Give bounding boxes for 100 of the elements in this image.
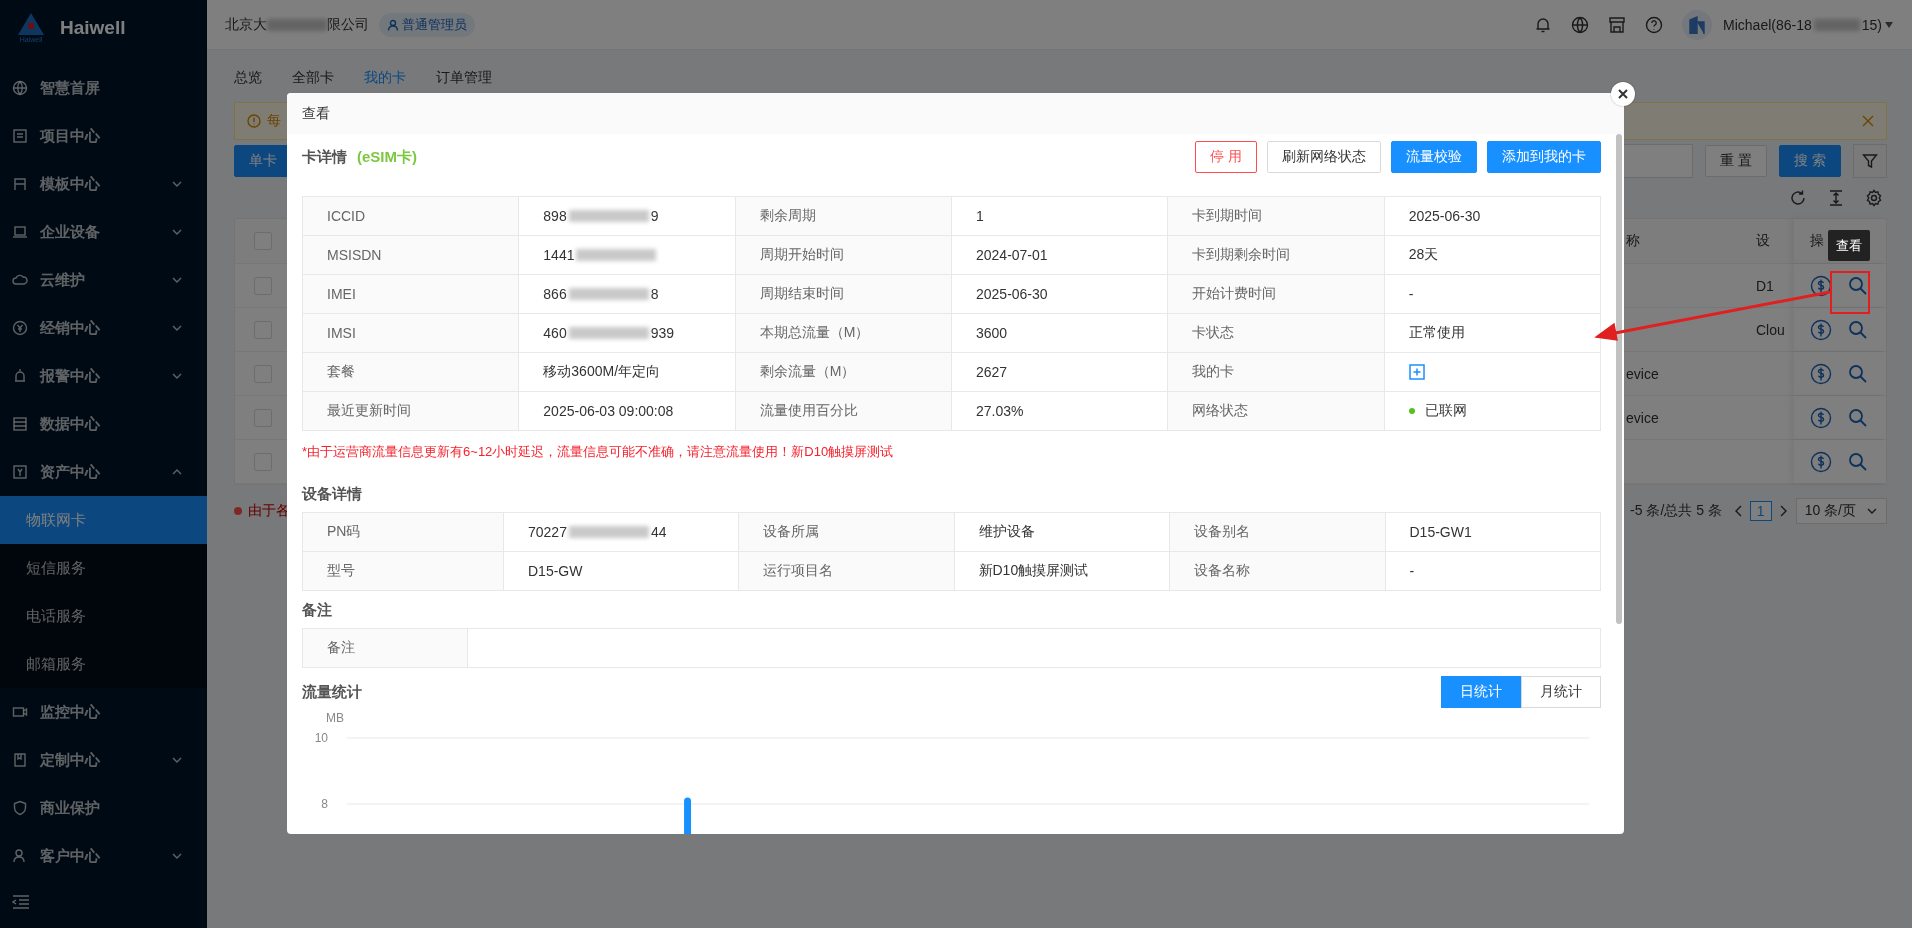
field-label: 开始计费时间 <box>1168 275 1385 314</box>
menu-item[interactable]: 定制中心 <box>0 736 207 784</box>
field-label: 设备别名 <box>1170 513 1386 552</box>
menu-item[interactable]: 项目中心 <box>0 112 207 160</box>
section-title: 备注 <box>302 601 333 620</box>
settings-icon[interactable] <box>1865 189 1883 207</box>
tab[interactable]: 订单管理 <box>436 69 492 87</box>
close-icon[interactable] <box>1862 115 1874 127</box>
field-value: 2024-07-01 <box>952 236 1169 275</box>
avatar[interactable] <box>1682 9 1713 40</box>
field-label: MSISDN <box>303 236 520 275</box>
menu-item[interactable]: 报警中心 <box>0 352 207 400</box>
user-icon <box>387 18 399 31</box>
highlight-box <box>1830 271 1870 314</box>
field-value: 新D10触摸屏测试 <box>954 552 1170 591</box>
user-name[interactable]: Michael(86-18 <box>1723 16 1812 33</box>
field-label: 剩余流量（M） <box>735 353 952 392</box>
search-button[interactable]: 搜 索 <box>1779 145 1841 177</box>
field-label: 卡到期剩余时间 <box>1168 236 1385 275</box>
plus-square-icon[interactable] <box>1408 364 1425 380</box>
menu-item[interactable]: 数据中心 <box>0 400 207 448</box>
row-height-icon[interactable] <box>1827 189 1845 207</box>
menu-item[interactable]: 商业保护 <box>0 784 207 832</box>
chevron-left-icon[interactable] <box>1733 505 1742 517</box>
field-label: 型号 <box>303 552 504 591</box>
menu-item[interactable]: 经销中心 <box>0 304 207 352</box>
dollar-circle-icon[interactable] <box>1810 450 1832 473</box>
globe-icon <box>12 80 28 96</box>
axis-unit: MB <box>326 711 344 725</box>
action-button[interactable]: 停 用 <box>1195 141 1257 173</box>
user-name[interactable]: 15) <box>1861 16 1882 33</box>
field-value: 3600 <box>952 314 1169 353</box>
menu-item[interactable]: 智慧首屏 <box>0 64 207 112</box>
asset-icon <box>12 464 28 480</box>
dialog-title: 查看 <box>287 93 1624 134</box>
chevron-right-icon[interactable] <box>1779 505 1788 517</box>
menu-item[interactable]: 资产中心 <box>0 448 207 496</box>
menu-item[interactable]: 云维护 <box>0 256 207 304</box>
note-text: 由于各 <box>248 502 290 520</box>
page-size-select[interactable]: 10 条/页 <box>1795 498 1887 524</box>
field-value: 移动3600M/年定向 <box>519 353 736 392</box>
help-icon[interactable] <box>1645 15 1664 34</box>
field-value: 正常使用 <box>1384 314 1601 353</box>
search-icon[interactable] <box>1848 275 1868 296</box>
submenu-item[interactable]: 短信服务 <box>0 544 207 592</box>
field-value: 维护设备 <box>954 513 1170 552</box>
field-label: 剩余周期 <box>735 197 952 236</box>
tab[interactable]: 全部卡 <box>292 69 334 87</box>
menu-item[interactable]: 监控中心 <box>0 688 207 736</box>
field-label: 我的卡 <box>1168 353 1385 392</box>
field-value: 70227 <box>528 524 567 540</box>
warning-icon <box>247 114 261 128</box>
user-icon <box>12 848 28 864</box>
cloud-icon <box>12 272 28 288</box>
toggle-button[interactable]: 月统计 <box>1521 676 1601 708</box>
field-value: 939 <box>650 325 675 341</box>
search-icon[interactable] <box>1848 363 1868 384</box>
reset-button[interactable]: 重 置 <box>1705 145 1768 177</box>
card-type-label: (eSIM卡) <box>357 147 417 167</box>
search-icon[interactable] <box>1848 451 1868 472</box>
redacted-block <box>1813 18 1860 31</box>
shield-icon <box>12 800 28 816</box>
field-label: ICCID <box>303 197 520 236</box>
menu-item[interactable]: 模板中心 <box>0 160 207 208</box>
bell-icon[interactable] <box>1534 15 1553 34</box>
tab[interactable]: 我的卡 <box>364 69 406 87</box>
menu-item[interactable]: 客户中心 <box>0 832 207 880</box>
close-button[interactable] <box>1611 82 1635 106</box>
tab[interactable]: 总览 <box>234 69 262 87</box>
toggle-button[interactable]: 日统计 <box>1441 676 1521 708</box>
collapse-menu-icon[interactable] <box>12 894 30 910</box>
field-value: 28天 <box>1384 236 1601 275</box>
submenu-item[interactable]: 电话服务 <box>0 592 207 640</box>
submenu-item[interactable]: 邮箱服务 <box>0 640 207 688</box>
field-value: D15-GW <box>504 552 739 591</box>
action-button[interactable]: 刷新网络状态 <box>1267 141 1381 173</box>
dollar-circle-icon[interactable] <box>1810 406 1832 429</box>
dollar-circle-icon[interactable] <box>1810 274 1832 297</box>
search-icon[interactable] <box>1848 319 1868 340</box>
globe-icon[interactable] <box>1571 15 1590 34</box>
brand-name: Haiwell <box>60 17 126 39</box>
field-value: 898 <box>543 208 567 224</box>
axis-tick-label: 8 <box>321 797 328 811</box>
store-icon[interactable] <box>1608 15 1627 34</box>
refresh-icon[interactable] <box>1789 189 1807 207</box>
alert-text: 每 <box>267 112 281 130</box>
company-name: 北京大 <box>225 15 267 34</box>
page-number[interactable]: 1 <box>1749 501 1772 521</box>
menu-item[interactable]: 企业设备 <box>0 208 207 256</box>
search-icon[interactable] <box>1848 407 1868 428</box>
field-label: PN码 <box>303 513 504 552</box>
action-button[interactable]: 添加到我的卡 <box>1487 141 1601 173</box>
scrollbar-thumb[interactable] <box>1616 134 1622 624</box>
tooltip: 查看 <box>1828 230 1870 261</box>
action-button[interactable]: 流量校验 <box>1391 141 1477 173</box>
dollar-circle-icon[interactable] <box>1810 362 1832 385</box>
column-header: 设 <box>1756 232 1771 250</box>
dollar-circle-icon[interactable] <box>1810 318 1832 341</box>
submenu-item[interactable]: 物联网卡 <box>0 496 207 544</box>
filter-button[interactable] <box>1853 144 1887 178</box>
